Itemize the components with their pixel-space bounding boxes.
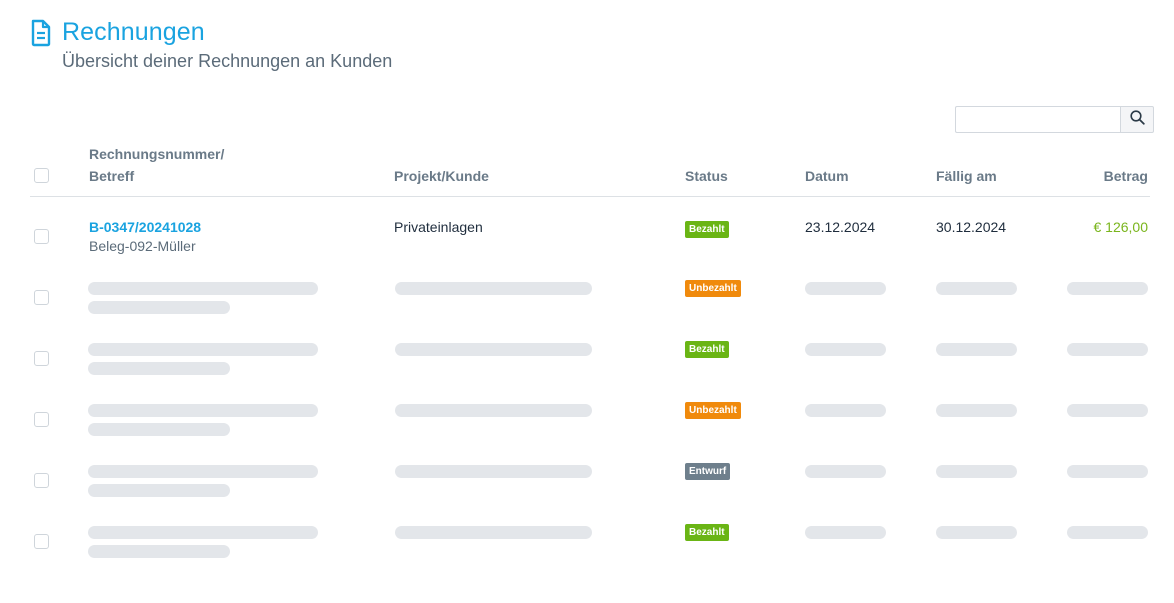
status-badge: Bezahlt [685, 341, 729, 358]
table-row-placeholder: Unbezahlt [30, 274, 1150, 335]
skeleton-bar [805, 282, 886, 295]
status-badge: Bezahlt [685, 524, 729, 541]
row-checkbox[interactable] [34, 412, 49, 427]
column-header-number-line2: Betreff [89, 168, 135, 184]
page-header: Rechnungen Übersicht deiner Rechnungen a… [30, 18, 392, 71]
table-row[interactable]: B-0347/20241028 Beleg-092-Müller Private… [30, 213, 1150, 274]
skeleton-bar [395, 343, 592, 356]
column-header-number-line1: Rechnungsnummer/ [89, 146, 225, 162]
skeleton-bar [805, 465, 886, 478]
row-checkbox[interactable] [34, 351, 49, 366]
search-icon [1129, 109, 1145, 130]
select-all-checkbox[interactable] [34, 168, 49, 183]
search-input[interactable] [955, 106, 1120, 133]
column-header-amount[interactable]: Betrag [1104, 165, 1148, 187]
status-badge: Entwurf [685, 463, 731, 480]
table-row-placeholder: Entwurf [30, 457, 1150, 518]
row-checkbox[interactable] [34, 473, 49, 488]
skeleton-bar [88, 526, 318, 539]
skeleton-bar [936, 282, 1017, 295]
search-box [955, 106, 1154, 133]
due-date: 30.12.2024 [936, 219, 1007, 235]
skeleton-bar [1067, 343, 1148, 356]
status-badge: Unbezahlt [685, 402, 741, 419]
skeleton-bar [1067, 282, 1148, 295]
column-header-status[interactable]: Status [685, 165, 728, 187]
skeleton-bar [88, 404, 318, 417]
skeleton-bar [88, 545, 230, 558]
row-checkbox[interactable] [34, 290, 49, 305]
skeleton-bar [395, 465, 592, 478]
skeleton-bar [88, 362, 230, 375]
skeleton-bar [88, 465, 318, 478]
skeleton-bar [805, 343, 886, 356]
skeleton-bar [936, 404, 1017, 417]
skeleton-bar [936, 343, 1017, 356]
skeleton-bar [88, 484, 230, 497]
status-badge: Unbezahlt [685, 280, 741, 297]
table-row-placeholder: Unbezahlt [30, 396, 1150, 457]
skeleton-bar [936, 526, 1017, 539]
skeleton-bar [805, 404, 886, 417]
row-checkbox[interactable] [34, 229, 49, 244]
column-header-project[interactable]: Projekt/Kunde [394, 165, 489, 187]
table-row-placeholder: Bezahlt [30, 518, 1150, 579]
skeleton-bar [936, 465, 1017, 478]
column-header-due[interactable]: Fällig am [936, 165, 997, 187]
column-header-date[interactable]: Datum [805, 165, 849, 187]
status-badge: Bezahlt [685, 221, 729, 238]
skeleton-bar [395, 282, 592, 295]
skeleton-bar [1067, 526, 1148, 539]
table-row-placeholder: Bezahlt [30, 335, 1150, 396]
skeleton-bar [1067, 404, 1148, 417]
page-subtitle: Übersicht deiner Rechnungen an Kunden [62, 51, 393, 71]
column-header-number[interactable]: Rechnungsnummer/ Betreff [89, 143, 224, 187]
invoice-date: 23.12.2024 [805, 219, 876, 235]
search-button[interactable] [1120, 106, 1154, 133]
project-customer: Privateinlagen [394, 219, 483, 235]
skeleton-bar [395, 404, 592, 417]
skeleton-bar [1067, 465, 1148, 478]
invoice-amount: € 126,00 [1093, 219, 1149, 235]
skeleton-bar [805, 526, 886, 539]
invoice-number-link[interactable]: B-0347/20241028 [89, 219, 201, 235]
skeleton-bar [395, 526, 592, 539]
table-header: Rechnungsnummer/ Betreff Projekt/Kunde S… [30, 140, 1150, 197]
skeleton-bar [88, 282, 318, 295]
skeleton-bar [88, 343, 318, 356]
skeleton-bar [88, 423, 230, 436]
page-title: Rechnungen [62, 18, 205, 46]
invoice-subject: Beleg-092-Müller [89, 238, 196, 254]
row-checkbox[interactable] [34, 534, 49, 549]
document-icon [30, 19, 52, 47]
skeleton-bar [88, 301, 230, 314]
